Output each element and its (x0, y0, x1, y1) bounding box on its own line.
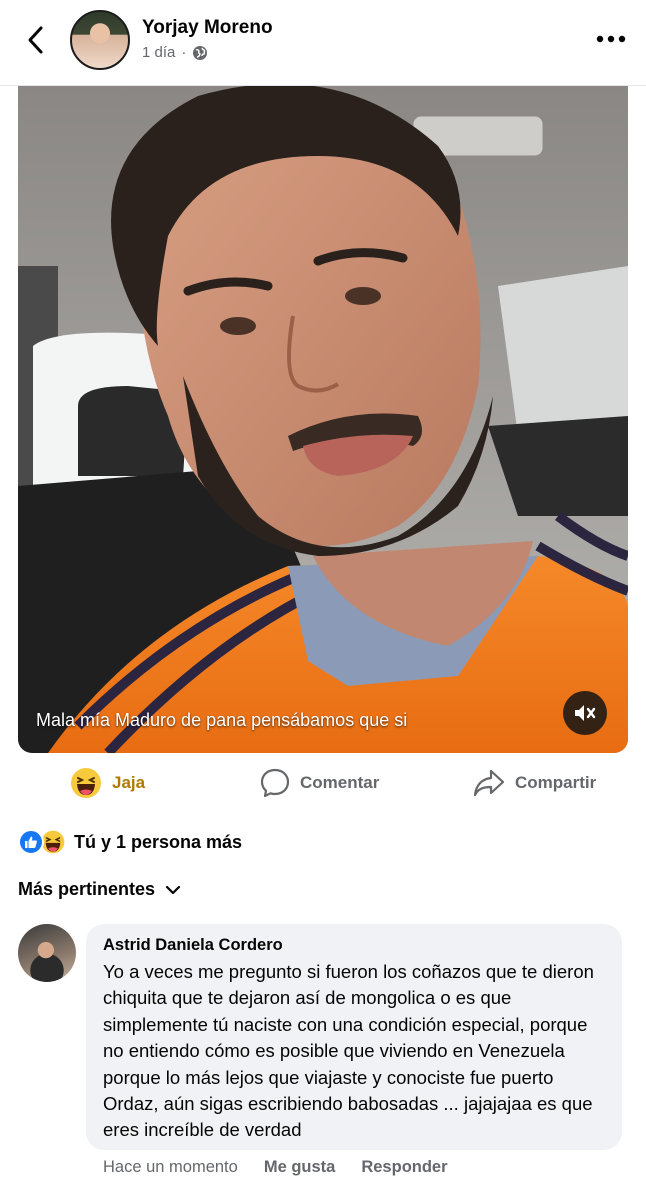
share-button[interactable]: Compartir (473, 760, 596, 806)
comment-time: Hace un momento (103, 1158, 238, 1176)
back-button[interactable] (18, 22, 54, 58)
comment-text: Yo a veces me pregunto si fueron los coñ… (103, 961, 594, 1141)
chevron-down-icon (165, 885, 181, 894)
commenter-name[interactable]: Astrid Daniela Cordero (103, 936, 605, 955)
comment-bubble-icon (260, 768, 290, 798)
commenter-avatar[interactable] (18, 924, 76, 982)
reaction-label: Jaja (112, 773, 146, 792)
comment-sort-dropdown[interactable]: Más pertinentes (18, 879, 181, 900)
speaker-muted-icon (575, 705, 596, 721)
post-time: 1 día (142, 44, 176, 61)
author-avatar[interactable] (70, 10, 130, 70)
author-name[interactable]: Yorjay Moreno (142, 17, 273, 39)
comment-bubble: Astrid Daniela Cordero Yo a veces me pre… (86, 924, 622, 1150)
post-video[interactable]: Mala mía Maduro de pana pensábamos que s… (18, 86, 628, 753)
reactions-summary[interactable]: Tú y 1 persona más (18, 828, 242, 856)
haha-icon (71, 768, 101, 798)
reactions-text: Tú y 1 persona más (74, 831, 243, 852)
meta-separator: · (181, 44, 187, 61)
share-arrow-icon (473, 769, 505, 797)
comment-reply-button[interactable]: Responder (361, 1158, 447, 1177)
like-icon (18, 829, 44, 855)
more-dots-icon (596, 35, 626, 43)
chevron-left-icon (28, 26, 43, 54)
post-meta: 1 día · (142, 44, 208, 61)
comment-label: Comentar (300, 773, 380, 792)
post-header: Yorjay Moreno 1 día · (0, 0, 646, 86)
share-label: Compartir (515, 773, 597, 792)
globe-icon (193, 45, 208, 60)
mute-button[interactable] (563, 691, 607, 735)
more-options-button[interactable] (592, 26, 630, 52)
reaction-button[interactable]: Jaja (70, 760, 145, 806)
comment-like-button[interactable]: Me gusta (264, 1158, 336, 1177)
sort-label: Más pertinentes (18, 879, 156, 899)
post-actions: Jaja Comentar Compartir (0, 760, 646, 806)
comment-button[interactable]: Comentar (260, 760, 379, 806)
video-frame (18, 86, 628, 753)
video-caption: Mala mía Maduro de pana pensábamos que s… (36, 710, 408, 730)
comment-footer: Hace un momento Me gusta Responder (103, 1158, 448, 1177)
